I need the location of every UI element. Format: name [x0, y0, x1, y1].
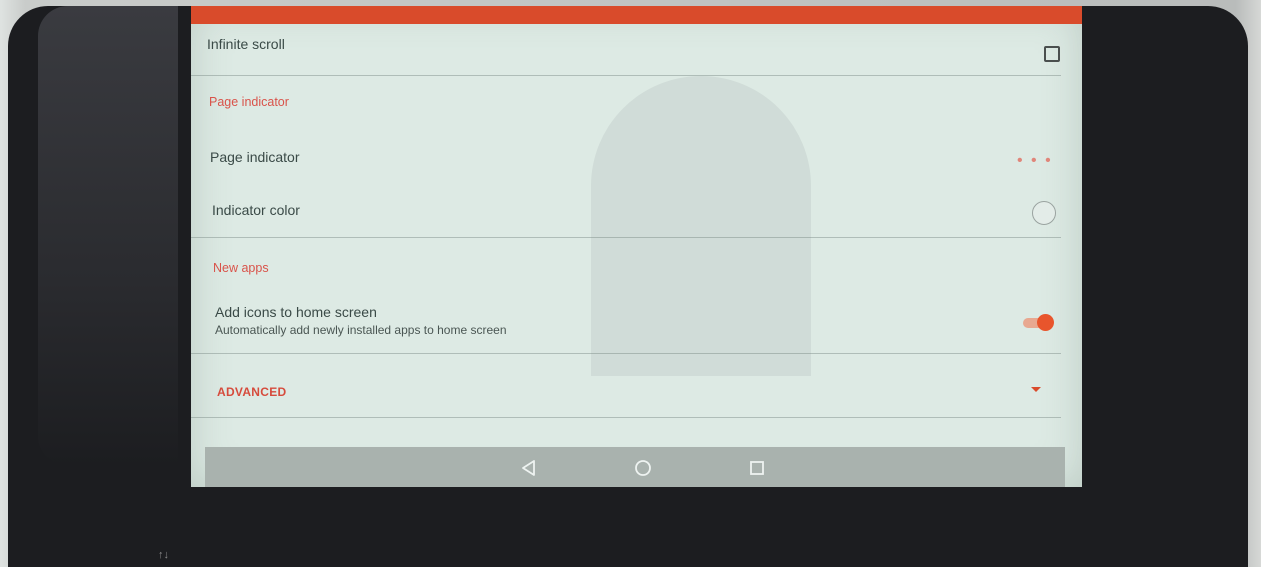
setting-add-icons[interactable]: Add icons to home screen Automatically a…	[191, 298, 1061, 354]
new-apps-section-header: New apps	[191, 238, 1061, 298]
chevron-down-icon[interactable]	[1031, 387, 1041, 392]
bezel-highlight	[38, 6, 178, 466]
indicator-color-title: Indicator color	[212, 202, 300, 218]
back-icon[interactable]	[518, 457, 540, 479]
add-icons-switch-thumb[interactable]	[1037, 314, 1054, 331]
page-indicator-section-header: Page indicator	[191, 76, 1061, 128]
add-icons-title: Add icons to home screen	[215, 304, 377, 320]
system-nav-bar	[205, 447, 1065, 487]
section-title: New apps	[213, 261, 269, 275]
device-bottom-marks: ↑↓	[158, 549, 169, 561]
setting-infinite-scroll[interactable]: Infinite scroll	[191, 24, 1061, 76]
indicator-color-swatch[interactable]	[1032, 201, 1056, 225]
app-bar	[191, 6, 1082, 24]
recents-icon[interactable]	[746, 457, 768, 479]
add-icons-summary: Automatically add newly installed apps t…	[215, 323, 507, 337]
screen: Infinite scroll Page indicator Page indi…	[191, 6, 1082, 487]
advanced-expander[interactable]: ADVANCED	[191, 354, 1061, 418]
setting-page-indicator[interactable]: Page indicator • • •	[191, 128, 1061, 180]
page-indicator-title: Page indicator	[210, 149, 300, 165]
advanced-label: ADVANCED	[217, 385, 287, 399]
home-icon[interactable]	[632, 457, 654, 479]
page-indicator-dots: • • •	[1017, 152, 1053, 169]
setting-indicator-color[interactable]: Indicator color	[191, 180, 1061, 238]
infinite-scroll-checkbox[interactable]	[1044, 46, 1060, 62]
section-title: Page indicator	[209, 95, 289, 109]
infinite-scroll-title: Infinite scroll	[207, 36, 285, 52]
